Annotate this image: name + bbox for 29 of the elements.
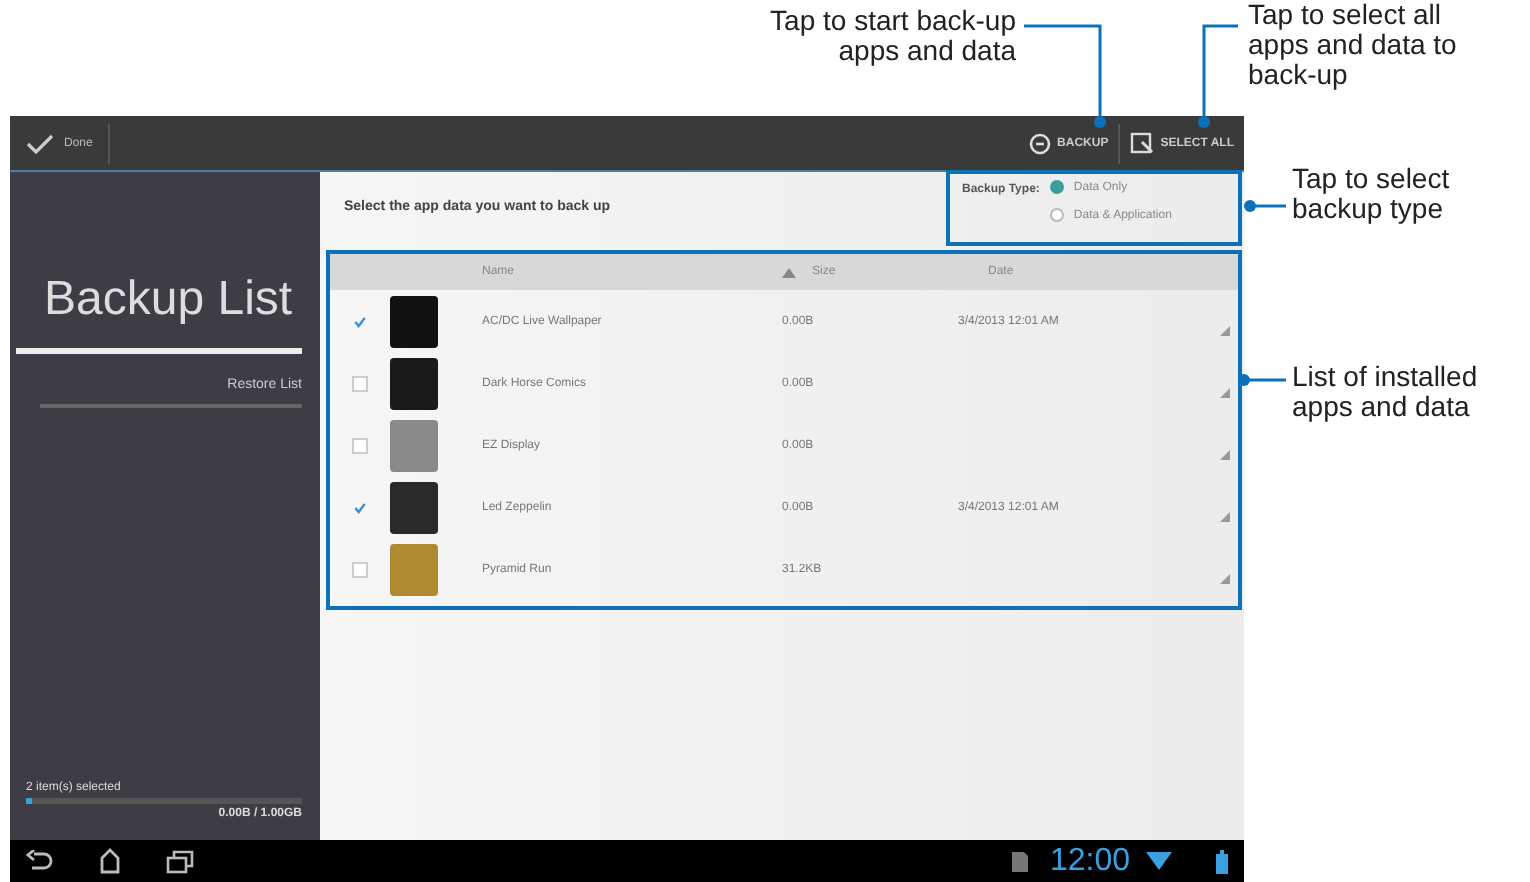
- wifi-icon: [1146, 850, 1172, 872]
- corner-icon[interactable]: [1220, 512, 1230, 522]
- battery-icon: [1216, 849, 1228, 873]
- recent-apps-icon[interactable]: [166, 849, 194, 873]
- leader-line: [1198, 24, 1238, 128]
- corner-icon[interactable]: [1220, 450, 1230, 460]
- checkbox[interactable]: [352, 561, 368, 577]
- callout-text: Tap to select backup type: [1292, 164, 1452, 224]
- checkbox[interactable]: [352, 499, 368, 515]
- checkbox[interactable]: [352, 437, 368, 453]
- callout-text: Tap to start back-up apps and data: [768, 6, 1016, 66]
- callout-text: Tap to select all apps and data to back-up: [1248, 0, 1459, 90]
- corner-icon[interactable]: [1220, 574, 1230, 584]
- corner-icon[interactable]: [1220, 388, 1230, 398]
- checkbox[interactable]: [352, 313, 368, 329]
- sidebar-tab[interactable]: Backup List: [16, 172, 302, 354]
- sort-icon[interactable]: [782, 267, 796, 277]
- checkbox[interactable]: [352, 375, 368, 391]
- callout-text: List of installed apps and data: [1292, 362, 1480, 422]
- check-icon: [26, 133, 54, 153]
- leader-line: [1024, 24, 1106, 128]
- select-all-icon: [1130, 131, 1155, 155]
- home-icon[interactable]: [98, 848, 122, 874]
- radio-button[interactable]: [1049, 180, 1064, 194]
- clock: 12:00: [1049, 843, 1130, 879]
- file-icon: [1009, 849, 1030, 873]
- radio-button[interactable]: [1049, 208, 1064, 222]
- back-icon[interactable]: [26, 849, 54, 873]
- corner-icon[interactable]: [1220, 326, 1230, 336]
